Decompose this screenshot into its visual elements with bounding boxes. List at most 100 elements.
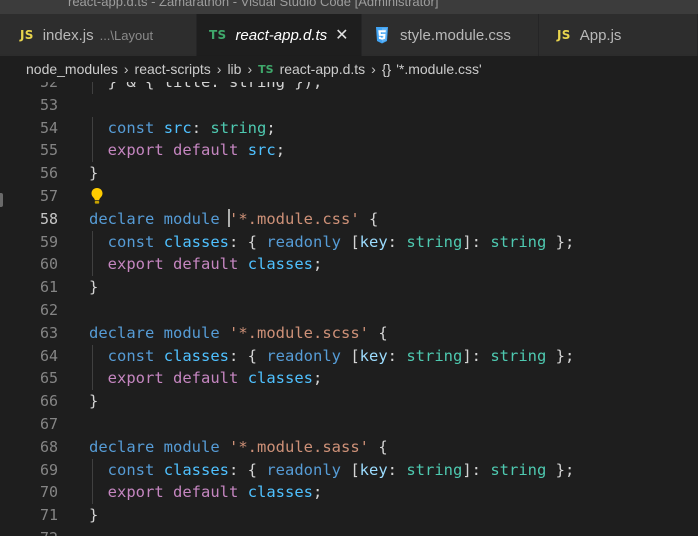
breadcrumb-item-react-scripts[interactable]: react-scripts	[135, 61, 211, 77]
breadcrumb-item-symbol[interactable]: '*.module.css'	[396, 61, 482, 77]
line-number: 65	[39, 369, 58, 388]
code-token: }	[89, 164, 99, 183]
line-number: 63	[39, 323, 58, 342]
chevron-right-icon: ›	[216, 61, 222, 77]
line-number: 62	[39, 300, 58, 319]
line-number: 71	[39, 506, 58, 525]
code-lines[interactable]: 52 } & { title: string }); 53 54 const src…	[0, 82, 698, 536]
code-token: }	[89, 278, 99, 297]
close-tab-icon[interactable]: ✕	[335, 25, 348, 45]
code-token: }	[89, 392, 99, 411]
code-token: string	[490, 346, 547, 365]
code-content[interactable]: declare module '*.module.css' {	[89, 208, 378, 231]
code-content[interactable]: export default src;	[89, 139, 285, 162]
code-content[interactable]: }	[89, 276, 98, 299]
code-content[interactable]: export default classes;	[89, 367, 323, 390]
code-token: readonly	[266, 460, 341, 479]
code-token: };	[546, 460, 575, 479]
code-content[interactable]: } & { title: string });	[89, 82, 323, 94]
code-token: [	[341, 460, 360, 479]
code-content[interactable]: }	[89, 162, 98, 185]
tab-app-js[interactable]: JS App.js	[539, 14, 698, 56]
code-token: string	[490, 460, 547, 479]
ts-file-icon: TS	[209, 28, 227, 42]
code-content[interactable]: export default classes;	[89, 481, 323, 504]
code-line[interactable]: 64 const classes: { readonly [key: strin…	[0, 344, 698, 368]
code-token: declare	[89, 323, 155, 342]
line-number: 60	[39, 255, 58, 274]
code-token: src	[163, 118, 192, 137]
code-line[interactable]: 66}	[0, 390, 698, 413]
tab-react-app-d-ts[interactable]: TS react-app.d.ts ✕	[197, 14, 362, 56]
chevron-right-icon: ›	[371, 61, 376, 77]
code-line[interactable]: 68 declare module '*.module.sass' {	[0, 436, 698, 459]
chevron-right-icon: ›	[247, 61, 253, 77]
code-content[interactable]: const classes: { readonly [key: string]:…	[89, 231, 575, 254]
code-line[interactable]: 67	[0, 413, 698, 436]
breadcrumb-item-file[interactable]: react-app.d.ts	[280, 61, 366, 77]
code-line[interactable]: 61}	[0, 276, 698, 299]
code-content[interactable]: declare module '*.module.sass' {	[89, 436, 388, 459]
code-line[interactable]: 57	[0, 185, 698, 208]
line-number: 54	[39, 118, 58, 137]
code-content[interactable]: const classes: { readonly [key: string]:…	[89, 345, 575, 368]
code-line[interactable]: 55 export default src;	[0, 139, 698, 163]
code-token: [	[341, 232, 360, 251]
code-token: {	[359, 209, 379, 228]
code-content[interactable]: }	[89, 390, 98, 413]
code-token: ;	[275, 141, 286, 160]
code-content[interactable]: export default classes;	[89, 253, 323, 276]
code-line[interactable]: 63 declare module '*.module.scss' {	[0, 322, 698, 345]
chevron-right-icon: ›	[123, 61, 129, 77]
code-token: '*.module.css'	[229, 209, 360, 228]
breadcrumb-item-node-modules[interactable]: node_modules	[26, 61, 118, 77]
code-line[interactable]: 69 const classes: { readonly [key: strin…	[0, 458, 698, 482]
tab-index-js[interactable]: JS index.js ...\Layout	[0, 14, 197, 56]
code-content[interactable]: declare module '*.module.scss' {	[89, 322, 388, 345]
code-token: ;	[313, 483, 323, 502]
code-token: :	[387, 460, 407, 479]
line-number: 67	[39, 414, 58, 433]
line-number: 57	[39, 186, 58, 205]
breadcrumb-item-lib[interactable]: lib	[227, 61, 241, 77]
code-line[interactable]: 72	[0, 527, 698, 536]
code-content[interactable]: const src: string;	[89, 117, 276, 140]
ts-file-icon: TS	[258, 62, 274, 76]
code-line[interactable]: 54 const src: string;	[0, 116, 698, 140]
code-editor[interactable]: 52 } & { title: string }); 53 54 const src…	[0, 82, 698, 536]
code-line[interactable]: 58 declare module '*.module.css' {	[0, 208, 698, 231]
module-symbol-icon: {}	[381, 61, 392, 77]
code-token: const	[107, 232, 155, 251]
code-token: string	[406, 346, 463, 365]
code-token: string	[490, 232, 547, 251]
code-line[interactable]: 59 const classes: { readonly [key: strin…	[0, 230, 698, 254]
lightbulb-icon[interactable]	[90, 187, 104, 205]
code-token: };	[546, 232, 575, 251]
code-token: module	[163, 323, 220, 342]
code-line[interactable]: 70 export default classes;	[0, 481, 698, 505]
line-number: 61	[39, 278, 58, 297]
tab-style-module-css[interactable]: style.module.css	[362, 14, 539, 56]
code-line[interactable]: 71}	[0, 504, 698, 527]
code-content[interactable]: }	[89, 504, 98, 527]
code-line[interactable]: 60 export default classes;	[0, 253, 698, 277]
code-content[interactable]: const classes: { readonly [key: string]:…	[89, 459, 575, 482]
code-token: readonly	[266, 232, 341, 251]
code-token: const	[107, 460, 155, 479]
code-line[interactable]: 65 export default classes;	[0, 367, 698, 391]
code-token: default	[173, 483, 239, 502]
code-token: ;	[313, 369, 323, 388]
code-token: const	[107, 346, 155, 365]
code-line[interactable]: 52 } & { title: string });	[0, 82, 698, 94]
code-line[interactable]: 53	[0, 94, 698, 117]
code-line[interactable]: 62	[0, 299, 698, 322]
code-token: {	[369, 437, 388, 456]
line-number: 66	[39, 392, 58, 411]
code-line[interactable]: 56}	[0, 162, 698, 185]
